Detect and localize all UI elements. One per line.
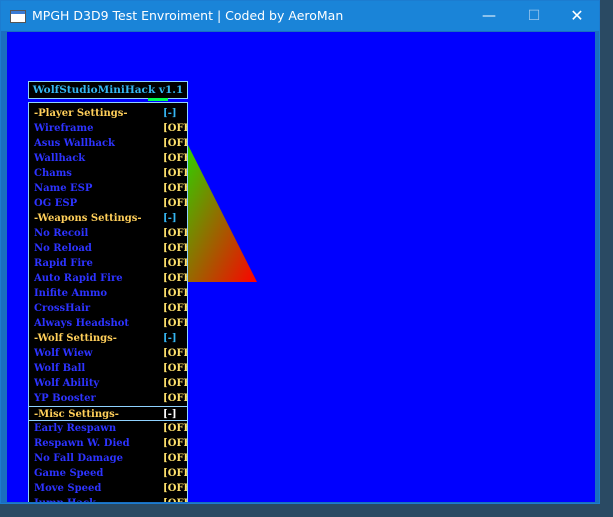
menu-item[interactable]: No Reload [OFF] xyxy=(29,241,187,256)
item-status[interactable]: [OFF] xyxy=(163,151,187,166)
close-button[interactable]: ✕ xyxy=(554,1,600,31)
item-label: Wolf Wiew xyxy=(34,348,93,359)
item-label: Always Headshot xyxy=(34,318,130,329)
item-status[interactable]: [OFF] xyxy=(163,301,187,316)
item-status[interactable]: [OFF] xyxy=(163,121,187,136)
category-label: -Player Settings- xyxy=(34,108,128,119)
item-status[interactable]: [OFF] xyxy=(163,466,187,481)
menu-item[interactable]: OG ESP [OFF] xyxy=(29,196,187,211)
item-label: Name ESP xyxy=(34,183,93,194)
item-label: No Recoil xyxy=(34,228,89,239)
menu-item[interactable]: Always Headshot [OFF] xyxy=(29,316,187,331)
item-status[interactable]: [OFF] xyxy=(163,241,187,256)
item-status[interactable]: [OFF] xyxy=(163,451,187,466)
item-label: Move Speed xyxy=(34,483,102,494)
item-label: Wolf Ability xyxy=(34,378,100,389)
category-toggle[interactable]: [-] xyxy=(163,331,177,346)
item-label: Chams xyxy=(34,168,72,179)
menu-title-accent xyxy=(148,98,168,101)
menu-item[interactable]: YP Booster [OFF] xyxy=(29,391,187,406)
item-status[interactable]: [OFF] xyxy=(163,181,187,196)
category-toggle[interactable]: [-] xyxy=(163,407,177,422)
app-icon xyxy=(10,10,26,23)
item-label: Auto Rapid Fire xyxy=(34,273,123,284)
menu-title-text: WolfStudioMiniHack v1.1 xyxy=(32,84,184,96)
minimize-button[interactable]: — xyxy=(466,1,512,31)
menu-item[interactable]: No Fall Damage [OFF] xyxy=(29,451,187,466)
menu-title: WolfStudioMiniHack v1.1 xyxy=(28,81,188,101)
item-status[interactable]: [OFF] xyxy=(163,196,187,211)
menu-category[interactable]: -Misc Settings- [-] xyxy=(29,406,187,421)
item-status[interactable]: [OFF] xyxy=(163,436,187,451)
item-label: Wireframe xyxy=(34,123,94,134)
menu-item[interactable]: Early Respawn [OFF] xyxy=(29,421,187,436)
window-title: MPGH D3D9 Test Envroiment | Coded by Aer… xyxy=(32,8,344,23)
item-status[interactable]: [OFF] xyxy=(163,376,187,391)
item-status[interactable]: [OFF] xyxy=(163,136,187,151)
menu-item[interactable]: Wolf Wiew [OFF] xyxy=(29,346,187,361)
d3d9-render-area[interactable]: WolfStudioMiniHack v1.1 -Player Settings… xyxy=(7,32,595,502)
menu-item[interactable]: Name ESP [OFF] xyxy=(29,181,187,196)
menu-item[interactable]: Auto Rapid Fire [OFF] xyxy=(29,271,187,286)
item-status[interactable]: [OFF] xyxy=(163,166,187,181)
item-label: No Fall Damage xyxy=(34,453,123,464)
item-label: Respawn W. Died xyxy=(34,438,130,449)
item-label: Wallhack xyxy=(34,153,86,164)
menu-item[interactable]: Inifite Ammo [OFF] xyxy=(29,286,187,301)
menu-item[interactable]: Asus Wallhack [OFF] xyxy=(29,136,187,151)
category-label: -Weapons Settings- xyxy=(34,213,142,224)
app-window: MPGH D3D9 Test Envroiment | Coded by Aer… xyxy=(0,0,600,504)
menu-item[interactable]: Wolf Ball [OFF] xyxy=(29,361,187,376)
category-label: -Misc Settings- xyxy=(34,409,119,420)
item-label: Rapid Fire xyxy=(34,258,93,269)
maximize-button[interactable]: ☐ xyxy=(511,1,557,31)
menu-category[interactable]: -Wolf Settings- [-] xyxy=(29,331,187,346)
item-status[interactable]: [OFF] xyxy=(163,271,187,286)
menu-item[interactable]: Wallhack [OFF] xyxy=(29,151,187,166)
title-bar[interactable]: MPGH D3D9 Test Envroiment | Coded by Aer… xyxy=(1,1,599,31)
item-label: No Reload xyxy=(34,243,92,254)
category-label: -Wolf Settings- xyxy=(34,333,117,344)
item-label: Early Respawn xyxy=(34,423,117,434)
item-status[interactable]: [OFF] xyxy=(163,316,187,331)
item-label: Jump Hack xyxy=(34,496,96,502)
item-status[interactable]: [OFF] xyxy=(163,391,187,406)
item-status[interactable]: [OFF] xyxy=(163,496,187,502)
menu-item[interactable]: Wolf Ability [OFF] xyxy=(29,376,187,391)
item-label: YP Booster xyxy=(34,393,96,404)
menu-item[interactable]: Chams [OFF] xyxy=(29,166,187,181)
item-label: Wolf Ball xyxy=(34,363,86,374)
menu-item[interactable]: Wireframe [OFF] xyxy=(29,121,187,136)
menu-item[interactable]: CrossHair [OFF] xyxy=(29,301,187,316)
menu-panel: -Player Settings-[-]Wireframe[OFF]Asus W… xyxy=(28,102,188,502)
item-label: CrossHair xyxy=(34,303,91,314)
item-status[interactable]: [OFF] xyxy=(163,421,187,436)
item-label: Asus Wallhack xyxy=(34,138,115,149)
item-label: Inifite Ammo xyxy=(34,288,108,299)
category-toggle[interactable]: [-] xyxy=(163,211,177,226)
item-status[interactable]: [OFF] xyxy=(163,481,187,496)
menu-category[interactable]: -Weapons Settings- [-] xyxy=(29,211,187,226)
menu-item[interactable]: Move Speed [OFF] xyxy=(29,481,187,496)
menu-item[interactable]: Game Speed [OFF] xyxy=(29,466,187,481)
item-status[interactable]: [OFF] xyxy=(163,286,187,301)
menu-category[interactable]: -Player Settings- [-] xyxy=(29,106,187,121)
item-label: OG ESP xyxy=(34,198,78,209)
item-status[interactable]: [OFF] xyxy=(163,226,187,241)
item-status[interactable]: [OFF] xyxy=(163,346,187,361)
menu-item[interactable]: Jump Hack [OFF] xyxy=(29,496,187,502)
item-status[interactable]: [OFF] xyxy=(163,361,187,376)
item-label: Game Speed xyxy=(34,468,104,479)
category-toggle[interactable]: [-] xyxy=(163,106,177,121)
item-status[interactable]: [OFF] xyxy=(163,256,187,271)
menu-item[interactable]: No Recoil [OFF] xyxy=(29,226,187,241)
triangle-shape xyxy=(188,145,257,282)
menu-item[interactable]: Rapid Fire [OFF] xyxy=(29,256,187,271)
menu-item[interactable]: Respawn W. Died [OFF] xyxy=(29,436,187,451)
